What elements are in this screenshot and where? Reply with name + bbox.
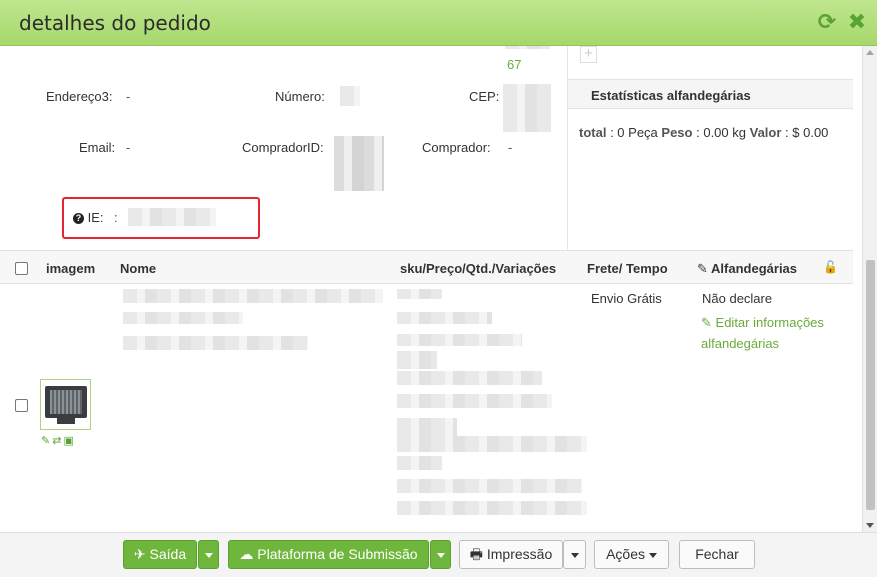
total-label: total [579, 125, 607, 140]
customs-status: Não declare [702, 291, 773, 306]
close-icon[interactable]: ✖ [845, 10, 869, 34]
footer-toolbar: ✈ Saída ☁ Plataforma de Submissão 🖶 Impr… [0, 532, 877, 577]
header-imagem: imagem [46, 261, 96, 276]
masked-cep [503, 84, 551, 132]
chevron-down-icon [570, 552, 579, 558]
help-icon[interactable]: ? [73, 213, 84, 225]
masked-sku [397, 312, 492, 324]
header-alfandegarias-label: Alfandegárias [711, 261, 798, 276]
product-image-stand [57, 418, 75, 424]
add-icon[interactable]: + [580, 46, 597, 63]
chevron-down-icon [648, 552, 657, 558]
scrollbar-thumb[interactable] [866, 260, 875, 510]
valor-value: : $ 0.00 [785, 125, 829, 140]
numero-label: Número: [275, 89, 325, 104]
impressao-dropdown-button[interactable] [563, 540, 586, 569]
masked-sku [397, 334, 522, 346]
customs-stats-title: Estatísticas alfandegárias [591, 88, 751, 103]
masked-sku [397, 501, 587, 515]
masked-numero [340, 86, 360, 106]
masked-sku [397, 479, 582, 493]
chevron-down-icon [204, 552, 213, 558]
product-thumbnail[interactable] [40, 379, 91, 430]
cep-label: CEP: [469, 89, 500, 104]
saida-dropdown-button[interactable] [198, 540, 219, 569]
printer-icon: 🖶 [469, 546, 483, 562]
plane-icon: ✈ [133, 546, 146, 562]
saida-button[interactable]: ✈ Saída [123, 540, 197, 569]
comprador-value: - [508, 140, 513, 155]
masked-value [505, 46, 550, 49]
plataforma-label: Plataforma de Submissão [257, 546, 418, 562]
thumbnail-actions: ✎⇄▣ [41, 434, 76, 447]
ie-label: IE: [87, 210, 104, 225]
endereco3-label: Endereço3: [46, 89, 113, 104]
acoes-label: Ações [606, 546, 646, 562]
title-bar: detalhes do pedido ⟳ ✖ [0, 0, 877, 46]
ie-separator: : [114, 210, 118, 225]
comprador-label: Comprador: [422, 140, 491, 155]
peso-value: : 0.00 kg [696, 125, 746, 140]
edit-image-icon[interactable]: ✎ [41, 435, 52, 447]
masked-ie [128, 208, 216, 226]
edit-customs-link[interactable]: ✎ Editar informações alfandegárias [701, 312, 824, 354]
edit-customs-line2: alfandegárias [701, 336, 780, 351]
frete-value: Envio Grátis [591, 291, 662, 306]
edit-icon: ✎ [697, 261, 708, 276]
product-image [45, 386, 87, 418]
valor-label: Valor [749, 125, 782, 140]
window-title: detalhes do pedido [19, 11, 211, 35]
header-alfandegarias[interactable]: ✎ Alfandegárias [697, 261, 797, 277]
chevron-down-icon [436, 552, 445, 558]
impressao-label: Impressão [486, 546, 553, 562]
masked-product-name [123, 336, 308, 350]
header-sku: sku/Preço/Qtd./Variações [400, 261, 557, 276]
plataforma-dropdown-button[interactable] [430, 540, 451, 569]
items-table-header: imagem Nome sku/Preço/Qtd./Variações Fre… [0, 250, 853, 284]
cloud-upload-icon: ☁ [239, 546, 254, 562]
ie-field: ? IE: [73, 210, 104, 225]
scroll-up-icon[interactable] [866, 50, 874, 55]
masked-sku [397, 371, 542, 385]
peso-label: Peso [661, 125, 693, 140]
header-frete: Frete/ Tempo [587, 261, 668, 276]
row-checkbox[interactable] [15, 399, 28, 412]
order-details-content: 67 + Endereço3: - Número: CEP: Email: - … [0, 46, 877, 532]
customs-stats-summary: total : 0 Peça Peso : 0.00 kg Valor : $ … [579, 125, 828, 140]
masked-product-name [123, 312, 243, 324]
acoes-button[interactable]: Ações [594, 540, 669, 569]
select-all-checkbox[interactable] [15, 262, 28, 275]
customs-stats-header: Estatísticas alfandegárias [568, 79, 853, 109]
plataforma-submissao-button[interactable]: ☁ Plataforma de Submissão [228, 540, 429, 569]
swap-icon[interactable]: ⇄ [52, 435, 63, 447]
comprador-id-label: CompradorID: [242, 140, 324, 155]
masked-sku [397, 351, 437, 369]
fechar-button[interactable]: Fechar [679, 540, 755, 569]
email-label: Email: [79, 140, 116, 155]
header-nome: Nome [120, 261, 157, 276]
impressao-button[interactable]: 🖶 Impressão [459, 540, 563, 569]
masked-sku [397, 436, 587, 452]
total-value: : 0 Peça [610, 125, 658, 140]
masked-sku [397, 456, 442, 470]
vertical-scrollbar[interactable] [862, 46, 877, 532]
section-divider [567, 46, 568, 250]
unlock-icon[interactable]: 🔓 [823, 260, 838, 274]
picture-icon[interactable]: ▣ [63, 435, 75, 447]
endereco3-value: - [126, 89, 131, 104]
refresh-icon[interactable]: ⟳ [815, 10, 839, 34]
masked-product-name [123, 289, 383, 303]
email-value: - [126, 140, 131, 155]
masked-sku [397, 394, 552, 408]
edit-customs-line1: Editar informações [715, 315, 824, 330]
edit-icon: ✎ [701, 315, 712, 330]
scroll-down-icon[interactable] [866, 523, 874, 528]
saida-label: Saída [149, 546, 187, 562]
partial-value: 67 [507, 57, 522, 72]
masked-comprador-id [334, 136, 384, 191]
masked-sku [397, 289, 442, 299]
